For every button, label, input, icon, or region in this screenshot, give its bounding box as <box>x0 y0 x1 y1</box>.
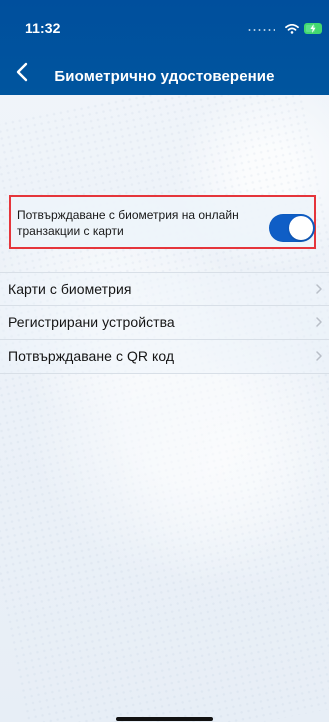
wifi-icon <box>285 24 299 34</box>
biometric-menu-list: Карти с биометрия Регистрирани устройств… <box>0 272 329 374</box>
signal-dots-icon <box>247 28 275 32</box>
biometric-authentication-screen: 11:32 Биометрично удостоверение Потвържд… <box>0 0 329 722</box>
status-icons <box>247 23 322 37</box>
biometric-online-card-setting: Потвърждаване с биометрия на онлайн тран… <box>9 195 316 249</box>
menu-item-label: Регистрирани устройства <box>8 314 175 330</box>
battery-charging-icon <box>304 23 322 34</box>
chevron-right-icon <box>316 284 322 294</box>
page-title: Биометрично удостоверение <box>54 68 275 85</box>
menu-item-registered-devices[interactable]: Регистрирани устройства <box>0 306 329 340</box>
chevron-right-icon <box>316 351 322 361</box>
status-time: 11:32 <box>25 20 61 36</box>
biometric-toggle[interactable] <box>269 214 315 242</box>
home-indicator[interactable] <box>116 717 213 721</box>
charging-bolt-icon <box>310 24 316 33</box>
status-bar: 11:32 <box>0 0 329 52</box>
menu-item-cards-with-biometrics[interactable]: Карти с биометрия <box>0 272 329 306</box>
navigation-bar: Биометрично удостоверение <box>0 52 329 95</box>
biometric-setting-label: Потвърждаване с биометрия на онлайн тран… <box>17 208 239 238</box>
menu-item-qr-confirmation[interactable]: Потвърждаване с QR код <box>0 340 329 374</box>
app-header: 11:32 Биометрично удостоверение <box>0 0 329 95</box>
menu-item-label: Карти с биометрия <box>8 281 132 297</box>
toggle-knob <box>289 216 313 240</box>
chevron-right-icon <box>316 317 322 327</box>
menu-item-label: Потвърждаване с QR код <box>8 348 175 364</box>
